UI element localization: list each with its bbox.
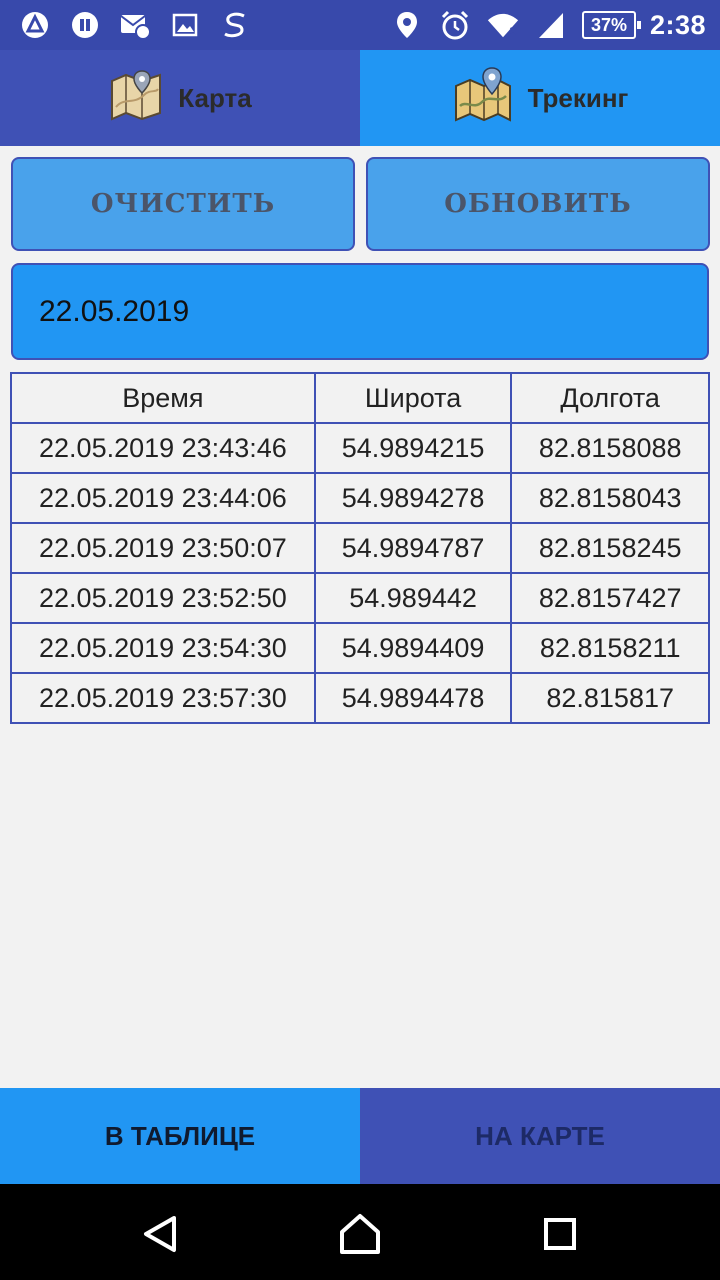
pause-icon [68,9,102,41]
cell-time: 22.05.2019 23:50:07 [10,522,316,574]
clock: 2:38 [649,9,706,40]
cell-latitude: 54.9894409 [313,622,513,674]
cell-longitude: 82.8157427 [510,572,710,624]
table-header-row: Время Широта Долгота [10,372,710,424]
status-bar: 37% 2:38 [0,0,720,50]
tab-on-map[interactable]: НА КАРТЕ [360,1088,720,1184]
cell-latitude: 54.9894278 [313,472,513,524]
table-row[interactable]: 22.05.2019 23:50:07 54.9894787 82.815824… [10,522,710,574]
cell-longitude: 82.8158088 [510,422,710,474]
mail-icon [118,9,152,41]
cell-time: 22.05.2019 23:43:46 [10,422,316,474]
location-icon [390,9,424,41]
cell-latitude: 54.9894215 [313,422,513,474]
refresh-button[interactable]: ОБНОВИТЬ [366,157,710,251]
cell-longitude: 82.8158043 [510,472,710,524]
clear-button[interactable]: ОЧИСТИТЬ [11,157,355,251]
home-icon[interactable] [338,1212,382,1256]
recent-apps-icon[interactable] [538,1212,582,1256]
table-row[interactable]: 22.05.2019 23:54:30 54.9894409 82.815821… [10,622,710,674]
tab-tracking-label: Трекинг [527,82,629,113]
cell-latitude: 54.989442 [313,572,513,624]
tab-in-table[interactable]: В ТАБЛИЦЕ [0,1088,360,1184]
track-table: Время Широта Долгота 22.05.2019 23:43:46… [10,372,710,724]
cell-time: 22.05.2019 23:54:30 [10,622,316,674]
header-time: Время [10,372,316,424]
top-tab-bar: Карта Трекинг [0,50,720,146]
table-row[interactable]: 22.05.2019 23:57:30 54.9894478 82.815817 [10,672,710,724]
table-row[interactable]: 22.05.2019 23:43:46 54.9894215 82.815808… [10,422,710,474]
wifi-icon [486,9,520,41]
cell-time: 22.05.2019 23:52:50 [10,572,316,624]
map-pin-icon [452,66,514,131]
tab-tracking[interactable]: Трекинг [360,50,720,146]
s-app-icon [218,9,252,41]
cell-latitude: 54.9894787 [313,522,513,574]
cell-longitude: 82.815817 [510,672,710,724]
header-longitude: Долгота [510,372,710,424]
table-row[interactable]: 22.05.2019 23:44:06 54.9894278 82.815804… [10,472,710,524]
image-icon [168,9,202,41]
signal-icon [534,9,568,41]
cell-time: 22.05.2019 23:57:30 [10,672,316,724]
cell-latitude: 54.9894478 [313,672,513,724]
back-icon[interactable] [138,1212,182,1256]
alarm-icon [438,9,472,41]
cell-time: 22.05.2019 23:44:06 [10,472,316,524]
navigation-bar [0,1184,720,1280]
table-row[interactable]: 22.05.2019 23:52:50 54.989442 82.8157427 [10,572,710,624]
app-triangle-icon [18,9,52,41]
battery-indicator: 37% [581,11,641,39]
tab-map[interactable]: Карта [0,50,360,146]
cell-longitude: 82.8158211 [510,622,710,674]
bottom-tab-bar: В ТАБЛИЦЕ НА КАРТЕ [0,1088,720,1184]
map-icon [108,67,164,130]
tab-map-label: Карта [178,82,252,113]
header-latitude: Широта [313,372,513,424]
date-field[interactable]: 22.05.2019 [11,263,709,360]
cell-longitude: 82.8158245 [510,522,710,574]
